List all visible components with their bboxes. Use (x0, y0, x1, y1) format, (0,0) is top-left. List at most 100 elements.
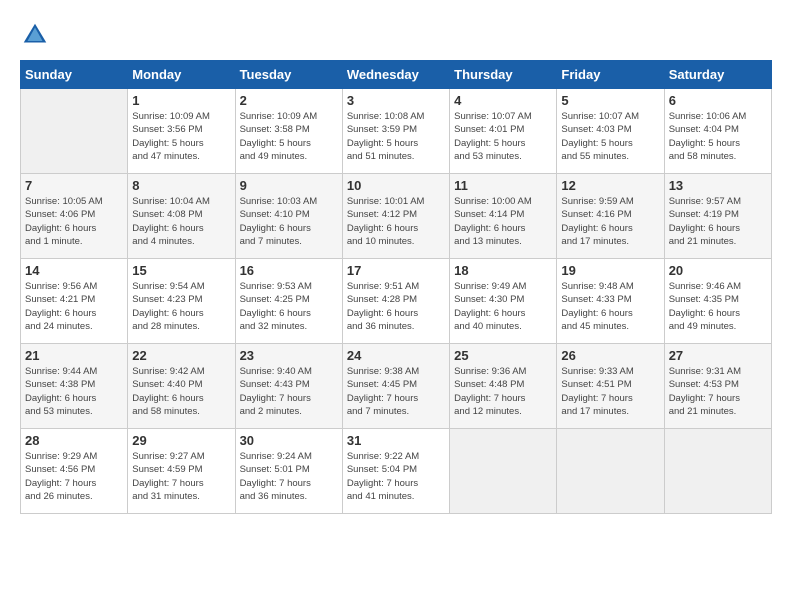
day-number: 16 (240, 263, 338, 278)
day-number: 4 (454, 93, 552, 108)
header-day-wednesday: Wednesday (342, 61, 449, 89)
calendar-cell: 17 Sunrise: 9:51 AM Sunset: 4:28 PM Dayli… (342, 259, 449, 344)
calendar-cell: 22 Sunrise: 9:42 AM Sunset: 4:40 PM Dayli… (128, 344, 235, 429)
calendar-cell (450, 429, 557, 514)
day-info: Sunrise: 9:56 AM Sunset: 4:21 PM Dayligh… (25, 280, 123, 333)
day-info: Sunrise: 9:53 AM Sunset: 4:25 PM Dayligh… (240, 280, 338, 333)
day-number: 2 (240, 93, 338, 108)
week-row-5: 28 Sunrise: 9:29 AM Sunset: 4:56 PM Dayli… (21, 429, 772, 514)
day-info: Sunrise: 9:51 AM Sunset: 4:28 PM Dayligh… (347, 280, 445, 333)
day-info: Sunrise: 10:09 AM Sunset: 3:58 PM Daylig… (240, 110, 338, 163)
calendar-cell: 19 Sunrise: 9:48 AM Sunset: 4:33 PM Dayli… (557, 259, 664, 344)
calendar-cell: 8 Sunrise: 10:04 AM Sunset: 4:08 PM Dayli… (128, 174, 235, 259)
day-info: Sunrise: 9:24 AM Sunset: 5:01 PM Dayligh… (240, 450, 338, 503)
day-info: Sunrise: 9:48 AM Sunset: 4:33 PM Dayligh… (561, 280, 659, 333)
header-day-thursday: Thursday (450, 61, 557, 89)
calendar-cell: 29 Sunrise: 9:27 AM Sunset: 4:59 PM Dayli… (128, 429, 235, 514)
day-number: 7 (25, 178, 123, 193)
day-info: Sunrise: 9:54 AM Sunset: 4:23 PM Dayligh… (132, 280, 230, 333)
calendar-cell: 4 Sunrise: 10:07 AM Sunset: 4:01 PM Dayli… (450, 89, 557, 174)
calendar-cell: 21 Sunrise: 9:44 AM Sunset: 4:38 PM Dayli… (21, 344, 128, 429)
day-number: 13 (669, 178, 767, 193)
day-number: 5 (561, 93, 659, 108)
day-number: 25 (454, 348, 552, 363)
day-number: 11 (454, 178, 552, 193)
calendar-cell: 31 Sunrise: 9:22 AM Sunset: 5:04 PM Dayli… (342, 429, 449, 514)
logo (20, 20, 52, 50)
day-info: Sunrise: 10:09 AM Sunset: 3:56 PM Daylig… (132, 110, 230, 163)
day-number: 18 (454, 263, 552, 278)
calendar-cell: 25 Sunrise: 9:36 AM Sunset: 4:48 PM Dayli… (450, 344, 557, 429)
day-info: Sunrise: 10:07 AM Sunset: 4:01 PM Daylig… (454, 110, 552, 163)
calendar-cell (557, 429, 664, 514)
calendar-header-row: SundayMondayTuesdayWednesdayThursdayFrid… (21, 61, 772, 89)
day-number: 30 (240, 433, 338, 448)
calendar-cell: 16 Sunrise: 9:53 AM Sunset: 4:25 PM Dayli… (235, 259, 342, 344)
day-info: Sunrise: 9:33 AM Sunset: 4:51 PM Dayligh… (561, 365, 659, 418)
week-row-2: 7Sunrise: 10:05 AM Sunset: 4:06 PM Dayli… (21, 174, 772, 259)
calendar-cell: 11 Sunrise: 10:00 AM Sunset: 4:14 PM Dayl… (450, 174, 557, 259)
day-number: 8 (132, 178, 230, 193)
day-info: Sunrise: 10:06 AM Sunset: 4:04 PM Daylig… (669, 110, 767, 163)
calendar-cell: 15 Sunrise: 9:54 AM Sunset: 4:23 PM Dayli… (128, 259, 235, 344)
calendar-cell: 23 Sunrise: 9:40 AM Sunset: 4:43 PM Dayli… (235, 344, 342, 429)
calendar-cell: 28 Sunrise: 9:29 AM Sunset: 4:56 PM Dayli… (21, 429, 128, 514)
day-info: Sunrise: 9:42 AM Sunset: 4:40 PM Dayligh… (132, 365, 230, 418)
calendar-cell: 24 Sunrise: 9:38 AM Sunset: 4:45 PM Dayli… (342, 344, 449, 429)
day-info: Sunrise: 9:27 AM Sunset: 4:59 PM Dayligh… (132, 450, 230, 503)
day-number: 6 (669, 93, 767, 108)
day-number: 27 (669, 348, 767, 363)
day-number: 24 (347, 348, 445, 363)
calendar-cell: 18 Sunrise: 9:49 AM Sunset: 4:30 PM Dayli… (450, 259, 557, 344)
calendar-cell: 7Sunrise: 10:05 AM Sunset: 4:06 PM Dayli… (21, 174, 128, 259)
day-number: 15 (132, 263, 230, 278)
day-number: 28 (25, 433, 123, 448)
week-row-3: 14Sunrise: 9:56 AM Sunset: 4:21 PM Dayli… (21, 259, 772, 344)
day-info: Sunrise: 9:40 AM Sunset: 4:43 PM Dayligh… (240, 365, 338, 418)
calendar-cell (21, 89, 128, 174)
day-info: Sunrise: 9:22 AM Sunset: 5:04 PM Dayligh… (347, 450, 445, 503)
day-number: 22 (132, 348, 230, 363)
day-number: 10 (347, 178, 445, 193)
day-number: 21 (25, 348, 123, 363)
day-number: 26 (561, 348, 659, 363)
day-number: 9 (240, 178, 338, 193)
day-number: 29 (132, 433, 230, 448)
calendar-cell: 13 Sunrise: 9:57 AM Sunset: 4:19 PM Dayli… (664, 174, 771, 259)
day-info: Sunrise: 10:01 AM Sunset: 4:12 PM Daylig… (347, 195, 445, 248)
day-number: 23 (240, 348, 338, 363)
day-info: Sunrise: 9:36 AM Sunset: 4:48 PM Dayligh… (454, 365, 552, 418)
calendar-cell: 12Sunrise: 9:59 AM Sunset: 4:16 PM Dayli… (557, 174, 664, 259)
calendar-cell: 9Sunrise: 10:03 AM Sunset: 4:10 PM Dayli… (235, 174, 342, 259)
day-info: Sunrise: 10:07 AM Sunset: 4:03 PM Daylig… (561, 110, 659, 163)
day-number: 17 (347, 263, 445, 278)
calendar-cell: 30 Sunrise: 9:24 AM Sunset: 5:01 PM Dayli… (235, 429, 342, 514)
calendar-cell: 5 Sunrise: 10:07 AM Sunset: 4:03 PM Dayli… (557, 89, 664, 174)
calendar-cell: 14Sunrise: 9:56 AM Sunset: 4:21 PM Dayli… (21, 259, 128, 344)
calendar-cell: 27Sunrise: 9:31 AM Sunset: 4:53 PM Dayli… (664, 344, 771, 429)
logo-icon (20, 20, 50, 50)
day-number: 20 (669, 263, 767, 278)
day-number: 19 (561, 263, 659, 278)
header-day-saturday: Saturday (664, 61, 771, 89)
header-day-tuesday: Tuesday (235, 61, 342, 89)
day-info: Sunrise: 9:49 AM Sunset: 4:30 PM Dayligh… (454, 280, 552, 333)
header-day-friday: Friday (557, 61, 664, 89)
day-info: Sunrise: 10:08 AM Sunset: 3:59 PM Daylig… (347, 110, 445, 163)
calendar-cell: 2 Sunrise: 10:09 AM Sunset: 3:58 PM Dayli… (235, 89, 342, 174)
day-info: Sunrise: 9:59 AM Sunset: 4:16 PM Dayligh… (561, 195, 659, 248)
day-info: Sunrise: 10:00 AM Sunset: 4:14 PM Daylig… (454, 195, 552, 248)
day-number: 31 (347, 433, 445, 448)
day-info: Sunrise: 9:38 AM Sunset: 4:45 PM Dayligh… (347, 365, 445, 418)
page-header (20, 20, 772, 50)
day-info: Sunrise: 9:57 AM Sunset: 4:19 PM Dayligh… (669, 195, 767, 248)
day-info: Sunrise: 9:44 AM Sunset: 4:38 PM Dayligh… (25, 365, 123, 418)
calendar-cell: 20 Sunrise: 9:46 AM Sunset: 4:35 PM Dayli… (664, 259, 771, 344)
calendar-cell: 26 Sunrise: 9:33 AM Sunset: 4:51 PM Dayli… (557, 344, 664, 429)
day-info: Sunrise: 9:29 AM Sunset: 4:56 PM Dayligh… (25, 450, 123, 503)
day-number: 1 (132, 93, 230, 108)
calendar-table: SundayMondayTuesdayWednesdayThursdayFrid… (20, 60, 772, 514)
day-info: Sunrise: 9:46 AM Sunset: 4:35 PM Dayligh… (669, 280, 767, 333)
week-row-4: 21 Sunrise: 9:44 AM Sunset: 4:38 PM Dayli… (21, 344, 772, 429)
day-info: Sunrise: 10:04 AM Sunset: 4:08 PM Daylig… (132, 195, 230, 248)
